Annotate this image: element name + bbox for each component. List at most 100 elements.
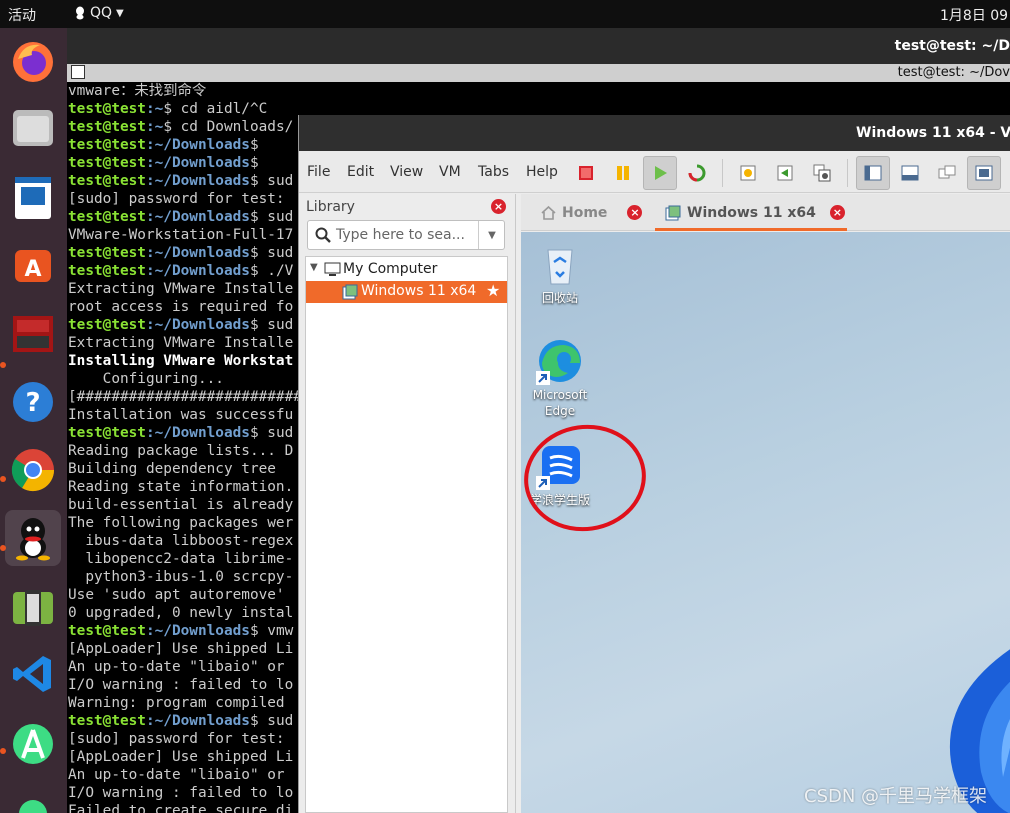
prompt-path: :~/Downloads [145,317,250,333]
library-search-placeholder: Type here to sea... [336,227,465,243]
terminal-line: Building dependency tree [68,460,276,478]
help-icon[interactable]: ? [5,374,61,430]
unity-icon[interactable] [930,156,964,190]
qq-icon[interactable] [5,510,61,566]
prompt-user: test@test [68,173,146,189]
terminal-line: [sudo] password for test: [68,190,285,208]
restart-icon[interactable] [680,156,714,190]
terminal-line: test@test:~/Downloads$ [68,136,259,154]
menu-tabs[interactable]: Tabs [478,164,509,180]
terminal-remote-icon[interactable] [5,306,61,362]
new-tab-icon[interactable] [71,65,85,79]
app-menu[interactable]: QQ ▼ [74,5,124,21]
line-text: An up-to-date "libaio" or [68,767,285,783]
line-text: I/O warning : failed to lo [68,677,294,693]
line-text: [########################## [68,389,302,405]
line-text: VMware-Workstation-Full-17 [68,227,294,243]
tree-item-windows-11[interactable]: Windows 11 x64 ★ [306,281,507,303]
prompt-command: $ cd aidl/^C [163,101,268,117]
terminal-line: The following packages wer [68,514,293,532]
prompt-command: $ sud [249,245,294,261]
manage-snapshots-icon[interactable] [805,156,839,190]
prompt-user: test@test [68,263,146,279]
terminal-line: [AppLoader] Use shipped Li [68,640,293,658]
prompt-command: $ cd Downloads/ [163,119,294,135]
close-library-icon[interactable]: × [491,199,506,214]
line-text: build-essential is already [68,497,294,513]
prompt-path: :~/Downloads [145,173,250,189]
red-circle-annotation [524,424,646,532]
microsoft-edge-icon[interactable]: Microsoft Edge [525,337,595,419]
running-indicator [0,748,6,754]
chrome-icon[interactable] [5,442,61,498]
collapse-arrow-icon[interactable]: ▼ [310,262,318,273]
recycle-bin-icon[interactable]: 回收站 [525,240,595,306]
line-text: I/O warning : failed to lo [68,785,294,801]
search-dropdown-button[interactable]: ▼ [478,221,505,249]
menu-edit[interactable]: Edit [347,164,374,180]
tab-windows-11[interactable]: Windows 11 x64 × [655,194,847,231]
firefox-icon[interactable] [5,34,61,90]
android-icon[interactable] [5,780,61,813]
power-on-icon[interactable] [643,156,677,190]
toolbar-separator [847,159,848,187]
library-search-input[interactable]: Type here to sea... ▼ [307,220,505,250]
menu-vm[interactable]: VM [439,164,461,180]
prompt-path: :~/Downloads [145,713,250,729]
terminal-line: test@test:~/Downloads$ [68,154,259,172]
libreoffice-impress-icon[interactable] [5,170,61,226]
running-indicator [0,476,6,482]
computer-icon [324,262,341,276]
vm-icon [665,205,681,220]
favorite-star-icon[interactable]: ★ [486,281,500,300]
terminal-line: Failed to create secure di [68,802,293,813]
home-icon [541,205,556,220]
full-screen-icon[interactable] [967,156,1001,190]
terminal-line: Installing VMware Workstat [68,352,293,370]
terminal-line: ibus-data libboost-regex [68,532,293,550]
power-off-icon[interactable] [569,156,603,190]
vmware-window: Windows 11 x64 - VMw File Edit View VM T… [298,115,1010,813]
line-text: Extracting VMware Installe [68,281,294,297]
android-device-icon[interactable] [5,580,61,636]
terminal-line: vmware：未找到命令 [68,82,206,100]
prompt-command: $ ./V [249,263,294,279]
menu-view[interactable]: View [390,164,423,180]
search-icon [315,227,331,243]
terminal-tab-bar[interactable]: test@test: ~/Dov [67,64,1010,82]
prompt-command: $ sud [249,713,294,729]
revert-snapshot-icon[interactable] [768,156,802,190]
tree-item-my-computer[interactable]: ▼ My Computer [306,259,507,281]
suspend-icon[interactable] [606,156,640,190]
show-library-icon[interactable] [856,156,890,190]
terminal-title-bar[interactable]: test@test: ~/D [67,28,1010,64]
line-text: Use 'sudo apt autoremove' [68,587,285,603]
toolbar-separator [722,159,723,187]
vmware-toolbar: File Edit View VM Tabs Help [299,151,1010,193]
activities-button[interactable]: 活动 [8,5,36,25]
close-tab-icon[interactable]: × [627,205,643,220]
prompt-path: :~ [145,119,164,135]
prompt-user: test@test [68,623,146,639]
tab-windows-11-label: Windows 11 x64 [687,204,816,221]
close-tab-icon[interactable]: × [829,205,845,220]
line-text: Reading state information. [68,479,294,495]
top-bar: 活动 QQ ▼ 1月8日 09 [0,0,1010,28]
clock[interactable]: 1月8日 09 [940,5,1008,25]
menu-file[interactable]: File [307,164,330,180]
android-studio-icon[interactable] [5,716,61,772]
ubuntu-software-icon[interactable]: A [5,236,61,292]
terminal-line: test@test:~/Downloads$ sud [68,244,293,262]
show-thumbnail-bar-icon[interactable] [893,156,927,190]
menu-help[interactable]: Help [526,164,558,180]
snapshot-icon[interactable] [731,156,765,190]
files-icon[interactable] [5,100,61,156]
prompt-user: test@test [68,425,146,441]
tab-home[interactable]: Home × [541,194,643,231]
vmware-title-bar[interactable]: Windows 11 x64 - VMw [299,115,1010,151]
prompt-path: :~ [145,101,164,117]
vscode-icon[interactable] [5,646,61,702]
tree-label-my-computer: My Computer [343,261,438,277]
microsoft-edge-label: Microsoft Edge [532,388,588,418]
vm-guest-screen[interactable]: 回收站 Microsoft Edge 学浪学生版 [521,232,1010,813]
